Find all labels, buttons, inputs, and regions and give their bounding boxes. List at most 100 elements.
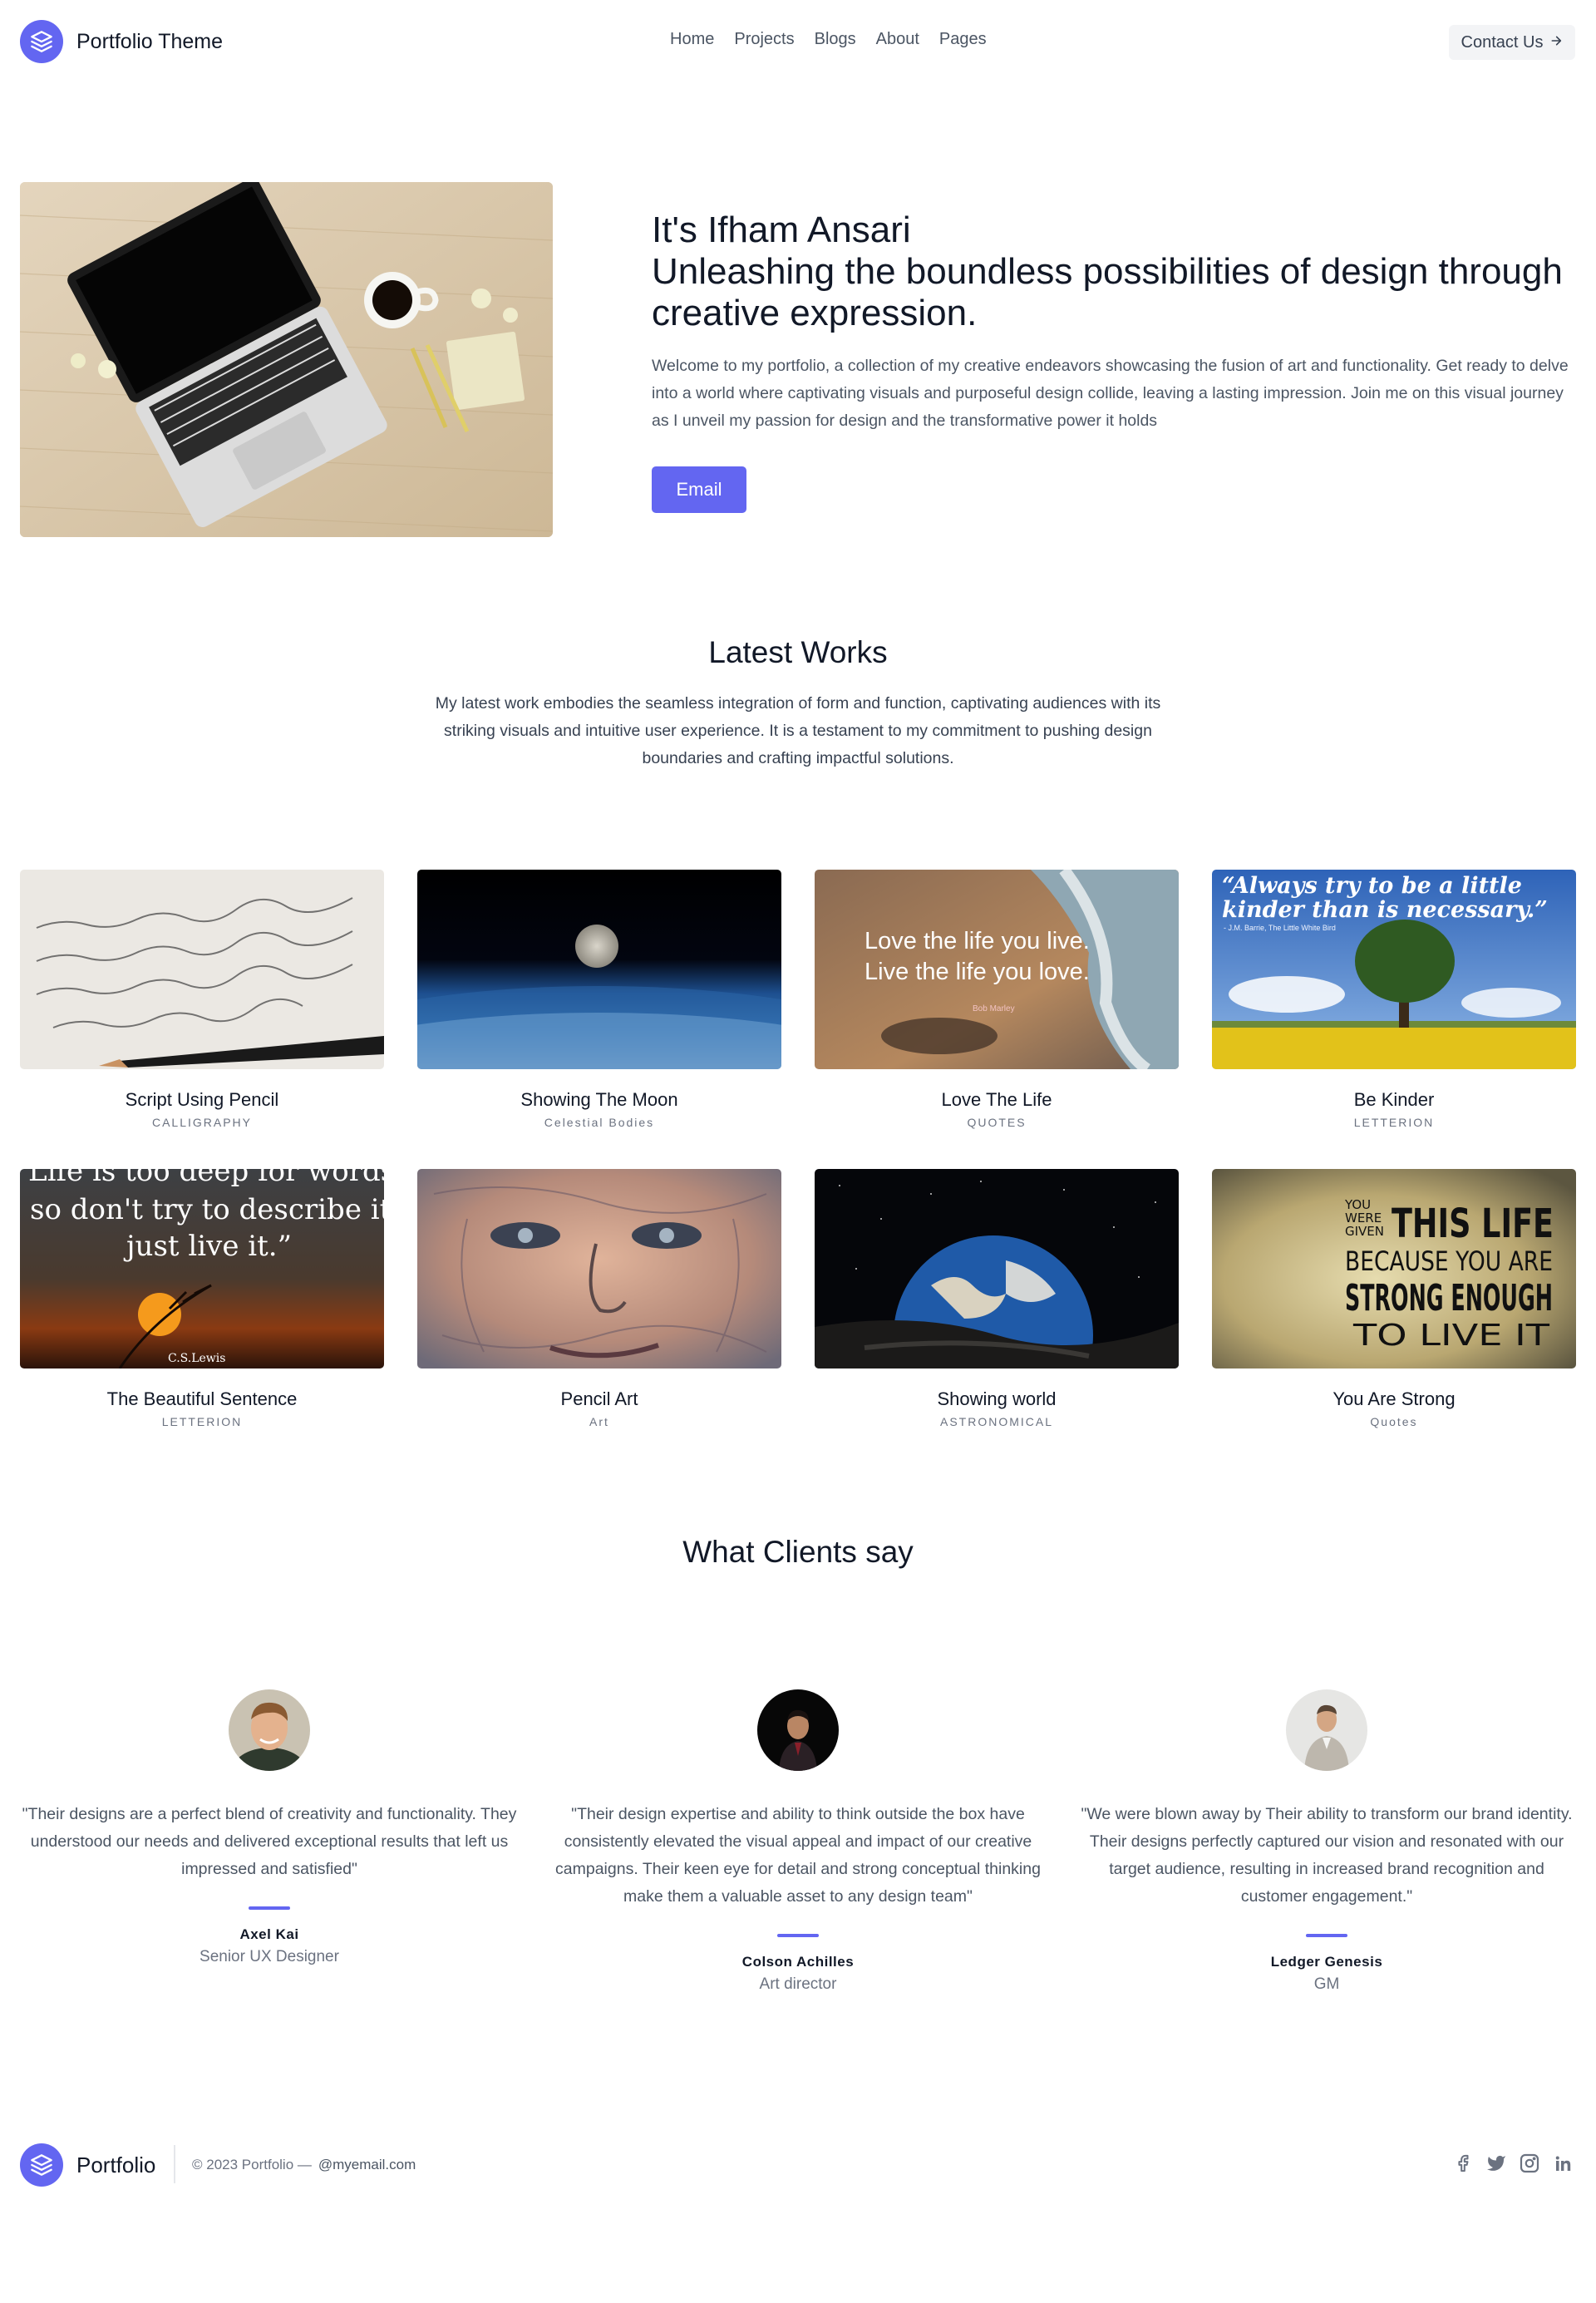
email-button[interactable]: Email [652, 466, 746, 513]
site-header: Portfolio Theme Home Projects Blogs Abou… [0, 0, 1596, 83]
footer-brand-name: Portfolio [76, 2152, 156, 2177]
works-title: Latest Works [708, 635, 888, 669]
copyright-text: © 2023 Portfolio — [192, 2157, 312, 2172]
avatar [1286, 1689, 1367, 1771]
work-image-strong: YOU WERE GIVEN THIS LIFE BECAUSE YOU ARE… [1212, 1169, 1576, 1368]
image-text-to-live-it: TO LIVE IT [1352, 1319, 1551, 1353]
image-text-strong-enough: STRONG ENOUGH [1345, 1277, 1553, 1319]
twitter-icon[interactable] [1486, 2153, 1506, 2173]
nav-home[interactable]: Home [670, 30, 714, 49]
work-image-calligraphy [20, 870, 384, 1069]
work-card[interactable]: Pencil Art Art [417, 1169, 781, 1468]
works-grid: Script Using Pencil CALLIGRAPHY Showing … [20, 870, 1576, 1468]
image-text-because: BECAUSE YOU ARE [1345, 1245, 1553, 1277]
work-category: CALLIGRAPHY [151, 1116, 253, 1129]
image-text-this-life: THIS LIFE [1392, 1201, 1554, 1247]
work-image-earth [815, 1169, 1179, 1368]
work-image-pencil-art [417, 1169, 781, 1368]
hero-greeting: It's Ifham Ansari [652, 210, 911, 250]
arrow-right-icon [1549, 33, 1563, 52]
image-quote-line3: just live it.” [123, 1230, 292, 1263]
footer-copyright: © 2023 Portfolio — @myemail.com [192, 2157, 416, 2173]
hero-text: It's Ifham Ansari Unleashing the boundle… [652, 210, 1576, 513]
image-quote-author: C.S.Lewis [168, 1352, 225, 1365]
main-nav: Home Projects Blogs About Pages [670, 30, 987, 49]
work-title: Be Kinder [1353, 1089, 1435, 1110]
clients-title: What Clients say [682, 1535, 914, 1569]
image-quote-line2: Live the life you love. [864, 959, 1090, 985]
work-title: Script Using Pencil [125, 1089, 279, 1110]
contact-us-label: Contact Us [1461, 32, 1544, 52]
client-role: GM [1313, 1975, 1340, 1993]
work-category: QUOTES [967, 1116, 1027, 1129]
work-card[interactable]: Showing world ASTRONOMICAL [815, 1169, 1179, 1468]
work-category: LETTERION [161, 1415, 243, 1428]
footer-logo[interactable]: Portfolio [20, 2143, 155, 2187]
image-quote-line2: kinder than is necessary.” [1222, 897, 1548, 923]
layers-icon [20, 2143, 63, 2187]
footer-email-link[interactable]: @myemail.com [318, 2157, 416, 2172]
accent-divider [1306, 1934, 1347, 1937]
accent-divider [777, 1934, 819, 1937]
work-image-sunset: Life is too deep for words, so don't try… [20, 1169, 384, 1368]
work-card[interactable]: “Always try to be a little kinder than i… [1212, 870, 1576, 1169]
testimonial-card: "Their designs are a perfect blend of cr… [22, 1689, 517, 1966]
hero-image [20, 182, 553, 537]
hero-description: Welcome to my portfolio, a collection of… [652, 357, 1569, 430]
image-quote-line1: Life is too deep for words, [28, 1169, 384, 1188]
layers-icon [20, 20, 63, 63]
nav-projects[interactable]: Projects [734, 30, 794, 49]
work-category: Quotes [1370, 1415, 1418, 1428]
accent-divider [249, 1906, 290, 1910]
linkedin-icon[interactable] [1553, 2153, 1573, 2173]
nav-blogs[interactable]: Blogs [815, 30, 856, 49]
client-role: Senior UX Designer [200, 1948, 339, 1965]
work-title: Showing world [937, 1388, 1057, 1409]
image-quote-line2: so don't try to describe it, [30, 1193, 384, 1226]
work-image-beach: Love the life you live. Live the life yo… [815, 870, 1179, 1069]
work-image-moon [417, 870, 781, 1069]
testimonial-quote: "We were blown away by Their ability to … [1081, 1805, 1573, 1906]
contact-us-button[interactable]: Contact Us [1449, 25, 1575, 60]
facebook-icon[interactable] [1453, 2153, 1473, 2173]
client-name: Axel Kai [239, 1926, 299, 1942]
work-title: Showing The Moon [520, 1089, 678, 1110]
brand-name: Portfolio Theme [76, 29, 224, 53]
image-quote-line1: “Always try to be a little [1222, 873, 1522, 899]
social-links [1453, 2153, 1573, 2173]
image-text-given: GIVEN [1345, 1224, 1384, 1239]
works-section-header: Latest Works My latest work embodies the… [0, 635, 1596, 772]
image-quote-line1: Love the life you live. [864, 928, 1090, 954]
site-footer: Portfolio © 2023 Portfolio — @myemail.com [0, 2142, 1596, 2188]
instagram-icon[interactable] [1520, 2153, 1539, 2173]
client-name: Colson Achilles [741, 1954, 855, 1970]
client-name: Ledger Genesis [1270, 1954, 1383, 1970]
nav-pages[interactable]: Pages [939, 30, 987, 49]
avatar [229, 1689, 310, 1771]
footer-divider [174, 2145, 175, 2183]
work-title: Love The Life [941, 1089, 1052, 1110]
work-category: LETTERION [1353, 1116, 1435, 1129]
testimonial-card: "Their design expertise and ability to t… [550, 1689, 1046, 1994]
work-category: ASTRONOMICAL [939, 1415, 1053, 1428]
testimonial-quote: "Their design expertise and ability to t… [555, 1805, 1041, 1906]
work-image-tree: “Always try to be a little kinder than i… [1212, 870, 1576, 1069]
work-title: You Are Strong [1332, 1388, 1456, 1409]
work-card[interactable]: Love the life you live. Live the life yo… [815, 870, 1179, 1169]
work-category: Art [589, 1415, 609, 1428]
work-card[interactable]: Life is too deep for words, so don't try… [20, 1169, 384, 1468]
testimonial-card: "We were blown away by Their ability to … [1079, 1689, 1574, 1994]
work-title: Pencil Art [560, 1388, 638, 1409]
client-role: Art director [759, 1975, 837, 1993]
image-quote-author: Bob Marley [973, 1004, 1015, 1013]
work-card[interactable]: YOU WERE GIVEN THIS LIFE BECAUSE YOU ARE… [1212, 1169, 1576, 1468]
works-description: My latest work embodies the seamless int… [435, 694, 1161, 767]
avatar [757, 1689, 839, 1771]
work-title: The Beautiful Sentence [106, 1388, 298, 1409]
brand-logo[interactable]: Portfolio Theme [20, 20, 223, 63]
work-card[interactable]: Showing The Moon Celestial Bodies [417, 870, 781, 1169]
work-card[interactable]: Script Using Pencil CALLIGRAPHY [20, 870, 384, 1169]
work-category: Celestial Bodies [544, 1116, 655, 1129]
nav-about[interactable]: About [876, 30, 919, 49]
image-quote-author: - J.M. Barrie, The Little White Bird [1224, 924, 1336, 932]
